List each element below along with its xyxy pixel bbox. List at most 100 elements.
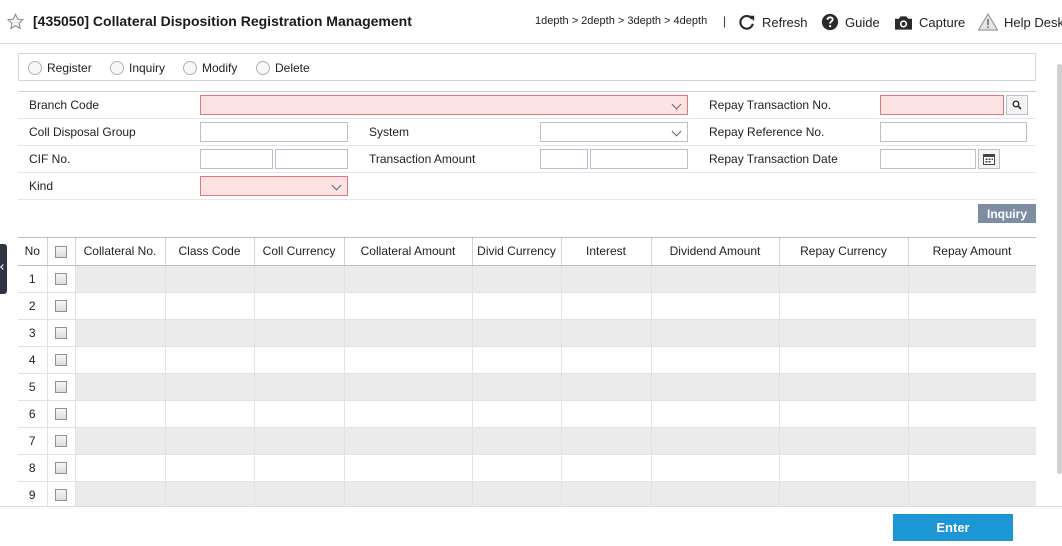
table-cell[interactable] [472,454,562,482]
row-checkbox-cell[interactable] [47,400,76,428]
side-panel-toggle[interactable] [0,244,7,294]
table-row[interactable]: 8 [18,454,1036,482]
helpdesk-button[interactable]: Help Desk [978,12,1062,32]
table-cell[interactable] [165,346,255,374]
table-cell[interactable] [651,319,780,347]
table-cell[interactable] [561,292,652,320]
row-checkbox[interactable] [55,435,67,448]
row-checkbox[interactable] [55,489,67,502]
table-cell[interactable] [75,292,166,320]
table-cell[interactable] [75,427,166,455]
table-cell[interactable] [779,346,909,374]
table-cell[interactable] [165,427,255,455]
row-checkbox-cell[interactable] [47,373,76,401]
page-scrollbar[interactable] [1056,44,1062,506]
capture-button[interactable]: Capture [894,12,965,32]
row-checkbox-cell[interactable] [47,265,76,293]
table-cell[interactable] [254,481,345,507]
txn-amount-input-2[interactable] [590,149,688,169]
table-row[interactable]: 2 [18,292,1036,320]
table-row[interactable]: 5 [18,373,1036,401]
table-cell[interactable] [75,400,166,428]
table-cell[interactable] [651,454,780,482]
table-cell[interactable] [651,346,780,374]
table-cell[interactable] [779,373,909,401]
table-cell[interactable] [75,265,166,293]
table-cell[interactable] [344,454,473,482]
table-row[interactable]: 3 [18,319,1036,347]
radio-delete[interactable]: Delete [256,61,310,75]
table-cell[interactable] [75,454,166,482]
row-checkbox[interactable] [55,300,67,313]
table-cell[interactable] [472,265,562,293]
favorite-star-icon[interactable] [7,13,24,30]
table-cell[interactable] [908,454,1036,482]
table-cell[interactable] [561,319,652,347]
table-cell[interactable] [472,319,562,347]
table-cell[interactable] [472,400,562,428]
table-cell[interactable] [561,265,652,293]
table-cell[interactable] [254,427,345,455]
table-row[interactable]: 6 [18,400,1036,428]
table-cell[interactable] [165,319,255,347]
row-checkbox-cell[interactable] [47,292,76,320]
cif-no-input-1[interactable] [200,149,273,169]
table-cell[interactable] [561,427,652,455]
row-checkbox[interactable] [55,462,67,475]
table-cell[interactable] [165,373,255,401]
txn-amount-input-1[interactable] [540,149,588,169]
table-cell[interactable] [561,346,652,374]
table-cell[interactable] [908,481,1036,507]
select-all-checkbox[interactable] [55,246,67,259]
row-checkbox[interactable] [55,354,67,367]
table-cell[interactable] [165,481,255,507]
table-cell[interactable] [344,427,473,455]
table-cell[interactable] [908,427,1036,455]
table-cell[interactable] [165,265,255,293]
repay-txn-no-input[interactable] [880,95,1004,115]
radio-circle[interactable] [110,61,124,75]
table-cell[interactable] [472,481,562,507]
inquiry-button[interactable]: Inquiry [978,204,1036,223]
coll-disposal-group-input[interactable] [200,122,348,142]
table-cell[interactable] [651,427,780,455]
repay-txn-search-button[interactable] [1006,95,1028,115]
repay-txn-date-input[interactable] [880,149,976,169]
table-cell[interactable] [561,454,652,482]
table-cell[interactable] [561,400,652,428]
radio-register[interactable]: Register [28,61,92,75]
table-cell[interactable] [651,481,780,507]
table-cell[interactable] [344,319,473,347]
table-row[interactable]: 7 [18,427,1036,455]
table-cell[interactable] [75,319,166,347]
table-cell[interactable] [779,427,909,455]
table-cell[interactable] [779,265,909,293]
row-checkbox[interactable] [55,381,67,394]
system-select[interactable] [540,122,688,142]
row-checkbox[interactable] [55,408,67,421]
table-cell[interactable] [908,265,1036,293]
date-picker-button[interactable] [978,149,1000,169]
table-cell[interactable] [908,373,1036,401]
table-cell[interactable] [908,346,1036,374]
table-cell[interactable] [344,481,473,507]
row-checkbox[interactable] [55,327,67,340]
table-cell[interactable] [651,292,780,320]
col-header-select-all[interactable] [47,238,76,266]
row-checkbox-cell[interactable] [47,427,76,455]
table-cell[interactable] [344,346,473,374]
table-cell[interactable] [165,400,255,428]
table-cell[interactable] [254,319,345,347]
table-cell[interactable] [254,346,345,374]
scrollbar-thumb[interactable] [1057,64,1062,474]
table-row[interactable]: 9 [18,481,1036,507]
table-row[interactable]: 4 [18,346,1036,374]
table-cell[interactable] [165,454,255,482]
cif-no-input-2[interactable] [275,149,348,169]
table-cell[interactable] [908,319,1036,347]
enter-button[interactable]: Enter [893,514,1013,541]
table-cell[interactable] [254,454,345,482]
radio-circle[interactable] [28,61,42,75]
table-cell[interactable] [344,265,473,293]
table-cell[interactable] [779,319,909,347]
